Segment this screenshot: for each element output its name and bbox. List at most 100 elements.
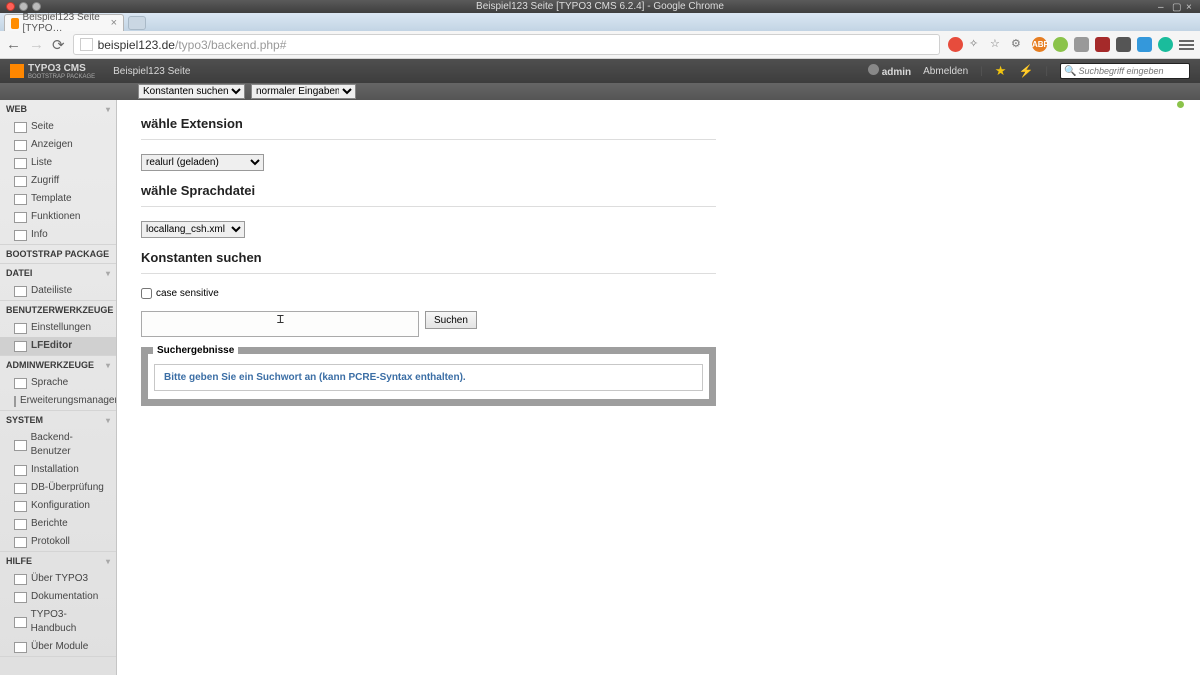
tab-close-icon[interactable]: ×	[111, 17, 117, 29]
os-titlebar: Beispiel123 Seite [TYPO3 CMS 6.2.4] - Go…	[0, 0, 1200, 13]
module-icon	[14, 323, 27, 334]
cache-icon[interactable]: ⚡	[1018, 64, 1033, 78]
module-icon	[14, 537, 27, 548]
window-minimize-icon[interactable]	[19, 2, 28, 11]
window-sys-close-icon[interactable]: ×	[1186, 2, 1196, 12]
sidebar-section-bootstrap[interactable]: Bootstrap Package	[0, 245, 116, 263]
extension-select[interactable]: realurl (geladen)	[141, 154, 264, 171]
module-icon	[14, 158, 27, 169]
results-legend: Suchergebnisse	[153, 345, 238, 356]
sidebar-item-sprache[interactable]: Sprache	[0, 374, 116, 392]
sidebar-section-hilfe[interactable]: Hilfe▾	[0, 552, 116, 570]
window-maximize-icon[interactable]	[32, 2, 41, 11]
ext-icon[interactable]	[1137, 37, 1152, 52]
ext-icon[interactable]	[1074, 37, 1089, 52]
sidebar-item-protokoll[interactable]: Protokoll	[0, 533, 116, 551]
search-input[interactable]	[141, 311, 419, 337]
address-bar[interactable]: beispiel123.de/typo3/backend.php#	[73, 34, 940, 55]
module-icon	[14, 194, 27, 205]
logout-link[interactable]: Abmelden	[923, 66, 968, 77]
sidebar-section-datei[interactable]: Datei▾	[0, 264, 116, 282]
sidebar-item-liste[interactable]: Liste	[0, 154, 116, 172]
search-button[interactable]: Suchen	[425, 311, 477, 329]
sidebar-item-template[interactable]: Template	[0, 190, 116, 208]
heading-search: Konstanten suchen	[141, 250, 1176, 265]
window-title: Beispiel123 Seite [TYPO3 CMS 6.2.4] - Go…	[476, 1, 724, 12]
url-text: beispiel123.de/typo3/backend.php#	[98, 38, 287, 52]
typo3-logo[interactable]: TYPO3 CMS BOOTSTRAP PACKAGE	[10, 63, 95, 80]
search-icon: 🔍	[1064, 66, 1076, 77]
browser-toolbar: ← → ⟳ beispiel123.de/typo3/backend.php# …	[0, 31, 1200, 59]
status-indicator-icon	[1177, 101, 1184, 108]
divider	[141, 273, 716, 274]
browser-tab-strip: Beispiel123 Seite [TYPO… ×	[0, 13, 1200, 31]
backend-search-input[interactable]	[1078, 66, 1186, 76]
reload-button[interactable]: ⟳	[52, 36, 65, 54]
window-sys-min-icon[interactable]: –	[1158, 2, 1168, 12]
sidebar-item-konfiguration[interactable]: Konfiguration	[0, 497, 116, 515]
ext-icon[interactable]: ✧	[969, 37, 984, 52]
sidebar-item-dokumentation[interactable]: Dokumentation	[0, 588, 116, 606]
module-icon	[14, 140, 27, 151]
mode-select[interactable]: normaler Eingabemodus	[251, 84, 356, 99]
user-icon	[868, 64, 879, 75]
sidebar-item-info[interactable]: Info	[0, 226, 116, 244]
ext-icon[interactable]	[1053, 37, 1068, 52]
sidebar-item-anzeigen[interactable]: Anzeigen	[0, 136, 116, 154]
langfile-select[interactable]: locallang_csh.xml	[141, 221, 245, 238]
sidebar-section-system[interactable]: System▾	[0, 411, 116, 429]
sidebar-item-dateiliste[interactable]: Dateiliste	[0, 282, 116, 300]
sidebar-item-seite[interactable]: Seite	[0, 118, 116, 136]
window-sys-max-icon[interactable]: ▢	[1172, 2, 1182, 12]
back-button[interactable]: ←	[6, 36, 21, 53]
sidebar-item-lfeditor[interactable]: LFEditor	[0, 337, 116, 355]
sidebar-item-zugriff[interactable]: Zugriff	[0, 172, 116, 190]
case-sensitive-label: case sensitive	[156, 288, 219, 299]
module-icon	[14, 341, 27, 352]
backend-search[interactable]: 🔍	[1060, 63, 1190, 79]
user-menu[interactable]: admin	[868, 64, 911, 78]
divider	[141, 139, 716, 140]
sidebar-item-ueber-typo3[interactable]: Über TYPO3	[0, 570, 116, 588]
sidebar-item-einstellungen[interactable]: Einstellungen	[0, 319, 116, 337]
sidebar-section-web[interactable]: Web▾	[0, 100, 116, 118]
sidebar-item-installation[interactable]: Installation	[0, 461, 116, 479]
sidebar-item-erweiterungsmanager[interactable]: Erweiterungsmanager	[0, 392, 116, 410]
sidebar-item-ueber-module[interactable]: Über Module	[0, 638, 116, 656]
sidebar-item-db-ueberpruefung[interactable]: DB-Überprüfung	[0, 479, 116, 497]
module-icon	[14, 378, 27, 389]
sidebar-item-funktionen[interactable]: Funktionen	[0, 208, 116, 226]
divider	[141, 206, 716, 207]
forward-button[interactable]: →	[29, 36, 44, 53]
product-name: TYPO3 CMS	[28, 63, 86, 74]
browser-tab[interactable]: Beispiel123 Seite [TYPO… ×	[4, 14, 124, 31]
ext-icon[interactable]: ⚙	[1011, 37, 1026, 52]
ext-icon[interactable]: ABP	[1032, 37, 1047, 52]
module-icon	[14, 465, 27, 476]
doc-header: Konstanten suchen normaler Eingabemodus	[0, 83, 1200, 100]
ext-icon[interactable]	[1158, 37, 1173, 52]
sidebar-item-berichte[interactable]: Berichte	[0, 515, 116, 533]
new-tab-button[interactable]	[128, 16, 146, 30]
ext-icon[interactable]	[948, 37, 963, 52]
page-icon	[80, 38, 93, 51]
module-icon	[14, 574, 27, 585]
sidebar-item-backend-benutzer[interactable]: Backend-Benutzer	[0, 429, 116, 461]
sidebar-section-admin[interactable]: Adminwerkzeuge▾	[0, 356, 116, 374]
function-select[interactable]: Konstanten suchen	[138, 84, 245, 99]
ext-icon[interactable]	[1095, 37, 1110, 52]
typo3-topbar: TYPO3 CMS BOOTSTRAP PACKAGE Beispiel123 …	[0, 59, 1200, 83]
window-close-icon[interactable]	[6, 2, 15, 11]
ext-icon[interactable]: ☆	[990, 37, 1005, 52]
module-icon	[14, 519, 27, 530]
sidebar-item-typo3-handbuch[interactable]: TYPO3-Handbuch	[0, 606, 116, 638]
module-icon	[14, 122, 27, 133]
chrome-menu-icon[interactable]	[1179, 40, 1194, 50]
module-icon	[14, 617, 27, 628]
product-tagline: BOOTSTRAP PACKAGE	[28, 74, 95, 80]
case-sensitive-checkbox[interactable]	[141, 288, 152, 299]
ext-icon[interactable]	[1116, 37, 1131, 52]
tab-title: Beispiel123 Seite [TYPO…	[23, 12, 105, 34]
sidebar-section-benutzer[interactable]: Benutzerwerkzeuge	[0, 301, 116, 319]
bookmark-icon[interactable]: ★	[995, 63, 1007, 79]
